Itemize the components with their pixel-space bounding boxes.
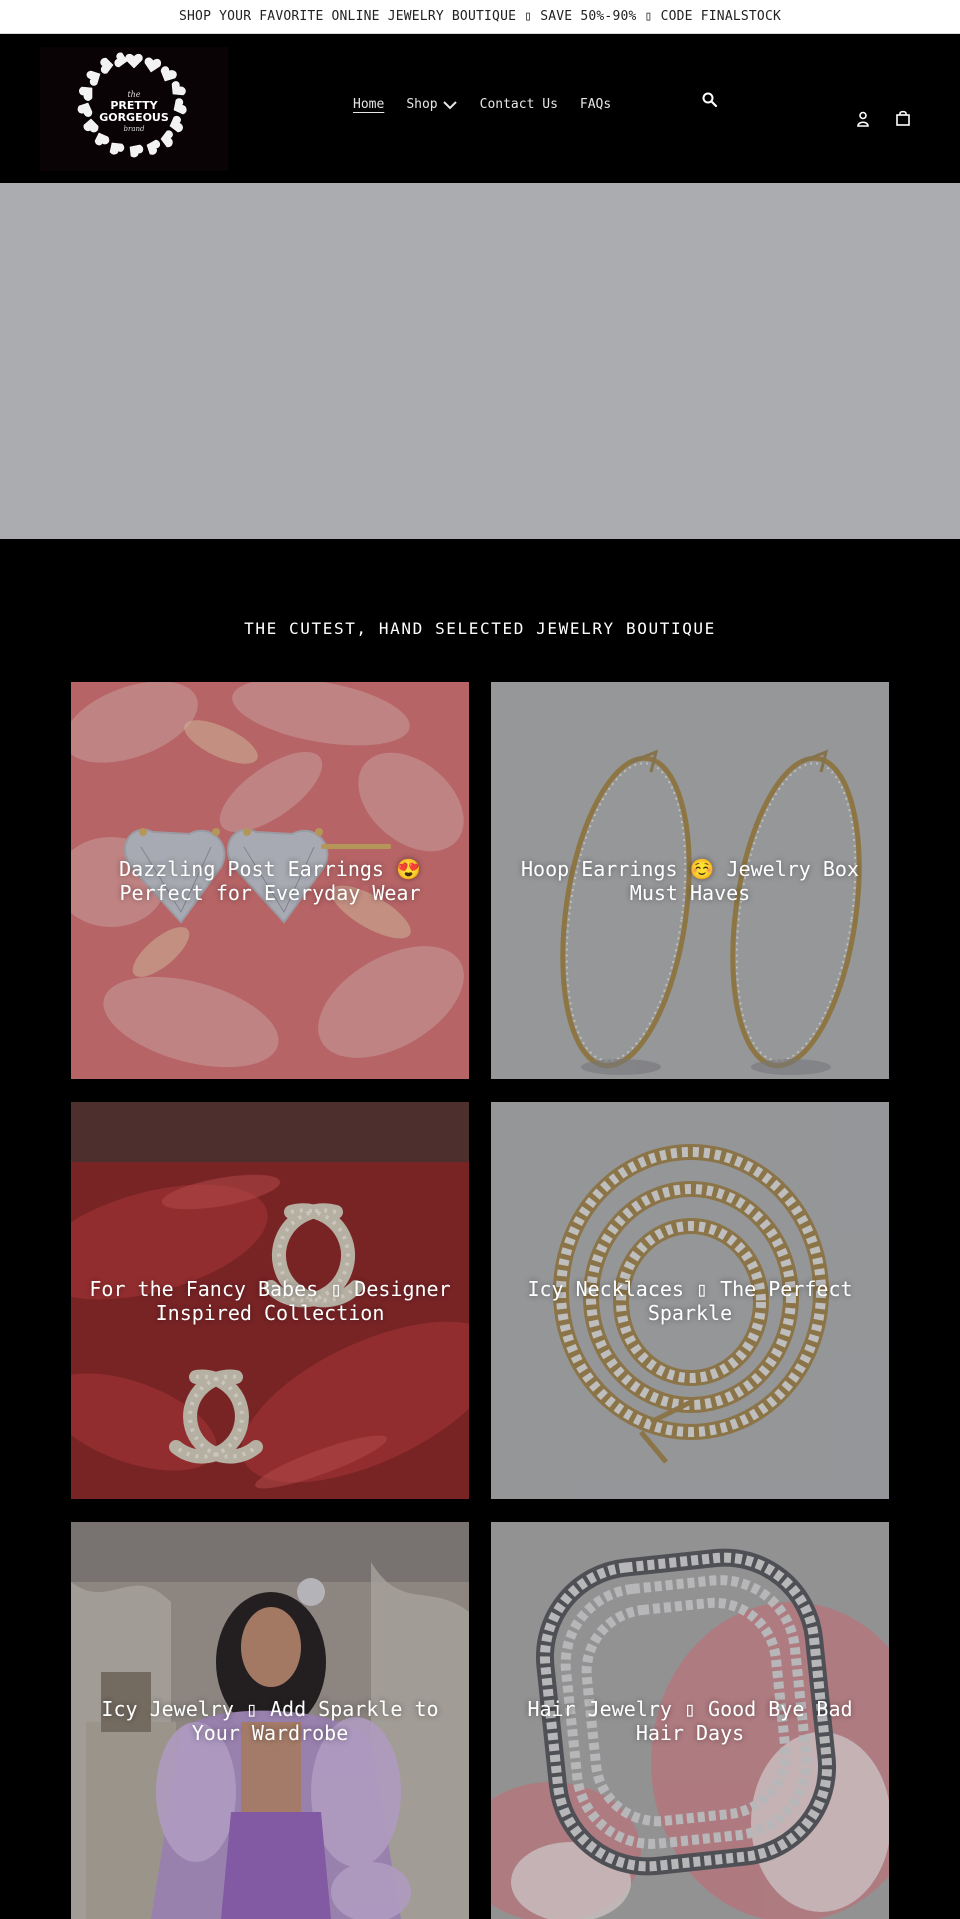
- collection-card-hoop-earrings[interactable]: Hoop Earrings ☺️ Jewelry Box Must Haves: [491, 682, 889, 1079]
- nav-shop[interactable]: Shop: [406, 97, 457, 112]
- nav-faqs[interactable]: FAQs: [580, 97, 611, 112]
- collection-title: Icy Jewelry ▯ Add Sparkle to Your Wardro…: [101, 1696, 439, 1745]
- svg-text:the: the: [127, 90, 140, 99]
- nav-shop-label: Shop: [406, 97, 438, 112]
- section-heading: THE CUTEST, HAND SELECTED JEWELRY BOUTIQ…: [244, 619, 716, 638]
- svg-text:GORGEOUS: GORGEOUS: [99, 111, 169, 124]
- search-icon[interactable]: [701, 91, 719, 109]
- cart-icon[interactable]: [894, 109, 912, 127]
- collection-card-icy-necklaces[interactable]: Icy Necklaces ▯ The Perfect Sparkle: [491, 1102, 889, 1499]
- announcement-text: SHOP YOUR FAVORITE ONLINE JEWELRY BOUTIQ…: [179, 9, 781, 24]
- svg-text:brand: brand: [124, 125, 146, 133]
- collection-card-post-earrings[interactable]: Dazzling Post Earrings 😍 Perfect for Eve…: [71, 682, 469, 1079]
- collection-title: Icy Necklaces ▯ The Perfect Sparkle: [527, 1276, 853, 1325]
- collection-card-hair-jewelry[interactable]: Hair Jewelry ▯ Good Bye Bad Hair Days: [491, 1522, 889, 1919]
- nav-home[interactable]: Home: [353, 97, 384, 112]
- collection-title: Hoop Earrings ☺️ Jewelry Box Must Haves: [521, 856, 859, 905]
- collection-title: For the Fancy Babes ▯ Designer Inspired …: [89, 1276, 451, 1325]
- chevron-down-icon: [442, 100, 457, 109]
- collection-title: Hair Jewelry ▯ Good Bye Bad Hair Days: [527, 1696, 853, 1745]
- account-icon[interactable]: [854, 110, 872, 128]
- site-header: the PRETTY GORGEOUS brand Home Shop Cont…: [0, 34, 960, 183]
- announcement-bar: SHOP YOUR FAVORITE ONLINE JEWELRY BOUTIQ…: [0, 0, 960, 34]
- collection-card-designer-inspired[interactable]: For the Fancy Babes ▯ Designer Inspired …: [71, 1102, 469, 1499]
- hero-banner: [0, 183, 960, 539]
- brand-logo[interactable]: the PRETTY GORGEOUS brand: [40, 47, 228, 171]
- main-nav: Home Shop Contact Us FAQs: [353, 97, 633, 112]
- nav-contact-us[interactable]: Contact Us: [480, 97, 558, 112]
- collections-section: THE CUTEST, HAND SELECTED JEWELRY BOUTIQ…: [0, 539, 960, 1919]
- collection-title: Dazzling Post Earrings 😍 Perfect for Eve…: [119, 856, 421, 905]
- collection-card-icy-jewelry[interactable]: Icy Jewelry ▯ Add Sparkle to Your Wardro…: [71, 1522, 469, 1919]
